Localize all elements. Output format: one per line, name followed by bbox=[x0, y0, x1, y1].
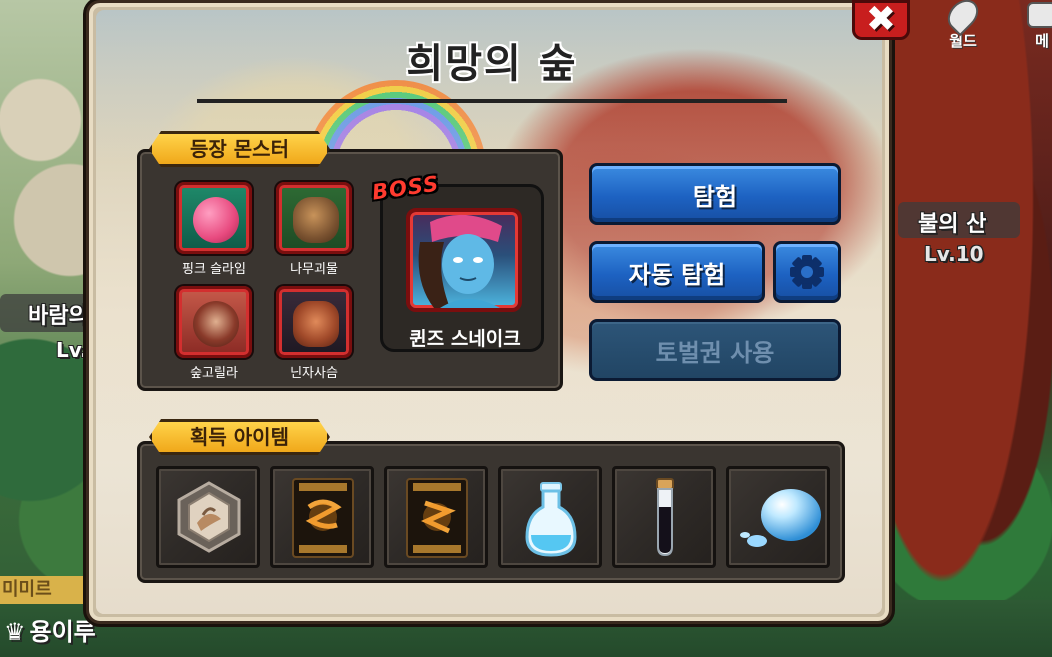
monsters-panel: 핑크 슬라임 나무괴물 숲고릴라 닌자사슴 BOSS 퀸즈 스네이크 bbox=[137, 149, 563, 391]
map-pin-icon bbox=[941, 0, 985, 37]
dialog-title: 희망의 숲 bbox=[406, 41, 578, 87]
right-area-level: Lv.10 bbox=[924, 242, 984, 266]
flask-icon bbox=[525, 482, 577, 557]
map-area-right bbox=[872, 0, 1052, 657]
item-slot[interactable] bbox=[270, 466, 374, 568]
boss-snake-queen-image bbox=[418, 214, 502, 308]
menu-button-label: 메 bbox=[1035, 32, 1049, 50]
monster-portrait bbox=[176, 182, 252, 254]
stage-dialog: 희망의 숲 핑크 슬라임 나무괴물 숲고릴라 닌자사슴 BOSS 퀸즈 스네이크… bbox=[86, 0, 892, 624]
monsters-section-label: 등장 몬스터 bbox=[149, 131, 330, 167]
menu-icon bbox=[1027, 2, 1052, 28]
boss-name: 퀸즈 스네이크 bbox=[409, 328, 521, 350]
close-button[interactable]: ✖ bbox=[852, 0, 910, 40]
vial-icon bbox=[656, 478, 674, 557]
monster-portrait bbox=[276, 286, 352, 358]
monster-portrait bbox=[276, 182, 352, 254]
monster-card[interactable]: 나무괴물 bbox=[264, 182, 364, 277]
card-icon bbox=[292, 478, 354, 558]
item-slot[interactable] bbox=[384, 466, 488, 568]
monster-name: 나무괴물 bbox=[290, 262, 338, 277]
monster-name: 핑크 슬라임 bbox=[182, 262, 246, 277]
items-panel bbox=[137, 441, 845, 583]
auto-explore-settings-button[interactable] bbox=[773, 241, 841, 303]
auto-explore-button[interactable]: 자동 탐험 bbox=[589, 241, 765, 303]
menu-button[interactable]: 메 bbox=[1022, 2, 1052, 50]
crown-icon: ♛ bbox=[4, 618, 26, 646]
monster-portrait bbox=[176, 286, 252, 358]
card-icon bbox=[406, 478, 468, 558]
monster-name: 닌자사슴 bbox=[290, 366, 338, 381]
left-area-name[interactable]: 바람의 bbox=[28, 298, 89, 330]
water-drop-icon bbox=[740, 489, 821, 547]
use-ticket-button[interactable]: 토벌권 사용 bbox=[589, 319, 841, 381]
gear-icon bbox=[790, 255, 824, 289]
item-slot[interactable] bbox=[498, 466, 602, 568]
item-slot[interactable] bbox=[156, 466, 260, 568]
monster-card[interactable]: 숲고릴라 bbox=[164, 286, 264, 381]
items-section-label: 획득 아이템 bbox=[149, 419, 330, 455]
item-slot[interactable] bbox=[612, 466, 716, 568]
title-underline bbox=[197, 99, 787, 103]
monster-name: 숲고릴라 bbox=[190, 366, 238, 381]
player-name: 용이루 bbox=[29, 618, 96, 646]
close-icon: ✖ bbox=[865, 0, 897, 40]
world-button[interactable]: 월드 bbox=[938, 0, 988, 50]
item-slot[interactable] bbox=[726, 466, 830, 568]
emblem-badge-icon bbox=[177, 481, 241, 553]
left-area-level: Lv. bbox=[56, 338, 88, 362]
monster-card[interactable]: 핑크 슬라임 bbox=[164, 182, 264, 277]
bottom-left-tag[interactable]: 미미르 bbox=[0, 576, 90, 604]
world-button-label: 월드 bbox=[949, 32, 977, 50]
monster-card[interactable]: 닌자사슴 bbox=[264, 286, 364, 381]
explore-button[interactable]: 탐험 bbox=[589, 163, 841, 225]
right-area-name[interactable]: 불의 산 bbox=[918, 206, 986, 238]
boss-portrait[interactable] bbox=[406, 208, 522, 312]
